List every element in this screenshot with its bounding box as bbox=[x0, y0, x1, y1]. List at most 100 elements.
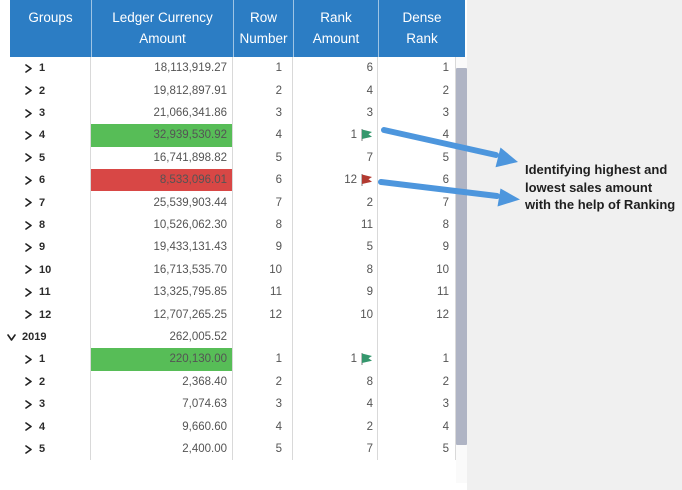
ledger-amount-cell: 16,713,535.70 bbox=[91, 259, 233, 281]
expand-chevron-icon[interactable] bbox=[24, 86, 33, 95]
group-label: 1 bbox=[39, 62, 45, 74]
group-cell: 8 bbox=[0, 214, 91, 236]
group-label: 5 bbox=[39, 443, 45, 455]
rank-amount-cell: 12 bbox=[293, 169, 378, 191]
row-number-value: 12 bbox=[269, 309, 282, 321]
expand-chevron-icon[interactable] bbox=[24, 176, 33, 185]
rank-amount-value: 8 bbox=[367, 264, 373, 276]
dense-rank-cell: 12 bbox=[378, 303, 456, 325]
expand-chevron-icon[interactable] bbox=[24, 221, 33, 230]
column-header-dense_rank[interactable]: Dense Rank bbox=[378, 0, 465, 57]
ledger-amount-value: 10,526,062.30 bbox=[153, 219, 227, 231]
dense-rank-value: 10 bbox=[436, 264, 449, 276]
table-row[interactable]: 6 8,533,096.01 6 12 6 bbox=[0, 169, 456, 191]
expand-chevron-icon[interactable] bbox=[24, 198, 33, 207]
column-header-rank_amount[interactable]: Rank Amount bbox=[293, 0, 378, 57]
ledger-amount-value: 7,074.63 bbox=[182, 398, 227, 410]
dense-rank-value: 12 bbox=[436, 309, 449, 321]
table-row[interactable]: 5 16,741,898.82 5 7 5 bbox=[0, 147, 456, 169]
group-cell: 5 bbox=[0, 438, 91, 460]
group-cell: 6 bbox=[0, 169, 91, 191]
ledger-amount-value: 9,660.60 bbox=[182, 421, 227, 433]
vertical-scrollbar[interactable] bbox=[456, 57, 467, 483]
header-corner-spacer bbox=[0, 0, 10, 57]
table-row[interactable]: 7 25,539,903.44 7 2 7 bbox=[0, 191, 456, 213]
column-header-groups[interactable]: Groups bbox=[10, 0, 91, 57]
rank-amount-cell: 1 bbox=[293, 348, 378, 370]
ledger-amount-value: 220,130.00 bbox=[169, 353, 227, 365]
row-number-value: 2 bbox=[276, 376, 282, 388]
table-row[interactable]: 9 19,433,131.43 9 5 9 bbox=[0, 236, 456, 258]
expand-chevron-icon[interactable] bbox=[24, 131, 33, 140]
ledger-amount-value: 12,707,265.25 bbox=[153, 309, 227, 321]
ledger-amount-cell: 220,130.00 bbox=[91, 348, 233, 370]
pivot-table: Groups Ledger Currency Amount Row Number… bbox=[0, 0, 467, 490]
annotation-line-3: with the help of Ranking bbox=[525, 196, 681, 214]
expand-chevron-icon[interactable] bbox=[24, 64, 33, 73]
dense-rank-value: 3 bbox=[443, 398, 449, 410]
expand-chevron-icon[interactable] bbox=[24, 288, 33, 297]
rank-amount-cell: 8 bbox=[293, 371, 378, 393]
row-number-cell: 3 bbox=[233, 102, 293, 124]
row-number-cell bbox=[233, 326, 293, 348]
ledger-amount-cell: 7,074.63 bbox=[91, 393, 233, 415]
expand-chevron-icon[interactable] bbox=[24, 310, 33, 319]
ledger-amount-cell: 262,005.52 bbox=[91, 326, 233, 348]
group-label: 2 bbox=[39, 376, 45, 388]
table-row[interactable]: 11 13,325,795.85 11 9 11 bbox=[0, 281, 456, 303]
rank-amount-cell: 6 bbox=[293, 57, 378, 79]
expand-chevron-icon[interactable] bbox=[24, 400, 33, 409]
expand-chevron-icon[interactable] bbox=[24, 109, 33, 118]
column-header-row_number[interactable]: Row Number bbox=[233, 0, 293, 57]
dense-rank-cell: 7 bbox=[378, 191, 456, 213]
dense-rank-cell bbox=[378, 326, 456, 348]
table-row[interactable]: 10 16,713,535.70 10 8 10 bbox=[0, 259, 456, 281]
rank-amount-cell: 3 bbox=[293, 102, 378, 124]
ledger-amount-cell: 10,526,062.30 bbox=[91, 214, 233, 236]
expand-chevron-icon[interactable] bbox=[7, 333, 16, 342]
rank-amount-cell: 1 bbox=[293, 124, 378, 146]
expand-chevron-icon[interactable] bbox=[24, 153, 33, 162]
column-header-line1: Dense bbox=[379, 7, 465, 28]
table-row[interactable]: 3 7,074.63 3 4 3 bbox=[0, 393, 456, 415]
expand-chevron-icon[interactable] bbox=[24, 422, 33, 431]
table-row[interactable]: 12 12,707,265.25 12 10 12 bbox=[0, 303, 456, 325]
rank-amount-value: 9 bbox=[367, 286, 373, 298]
rank-amount-cell: 2 bbox=[293, 191, 378, 213]
rank-amount-cell: 9 bbox=[293, 281, 378, 303]
expand-chevron-icon[interactable] bbox=[24, 355, 33, 364]
column-header-amount[interactable]: Ledger Currency Amount bbox=[91, 0, 233, 57]
table-row[interactable]: 5 2,400.00 5 7 5 bbox=[0, 438, 456, 460]
expand-chevron-icon[interactable] bbox=[24, 265, 33, 274]
group-cell: 3 bbox=[0, 102, 91, 124]
expand-chevron-icon[interactable] bbox=[24, 377, 33, 386]
ledger-amount-cell: 32,939,530.92 bbox=[91, 124, 233, 146]
rank-amount-cell: 7 bbox=[293, 147, 378, 169]
ledger-amount-value: 21,066,341.86 bbox=[153, 107, 227, 119]
table-row[interactable]: 3 21,066,341.86 3 3 3 bbox=[0, 102, 456, 124]
ledger-amount-cell: 25,539,903.44 bbox=[91, 191, 233, 213]
dense-rank-value: 9 bbox=[443, 241, 449, 253]
row-number-cell: 10 bbox=[233, 259, 293, 281]
column-header-line1: Ledger Currency bbox=[92, 7, 233, 28]
ledger-amount-value: 262,005.52 bbox=[169, 331, 227, 343]
table-row[interactable]: 8 10,526,062.30 8 11 8 bbox=[0, 214, 456, 236]
table-row[interactable]: 2 19,812,897.91 2 4 2 bbox=[0, 79, 456, 101]
row-number-value: 5 bbox=[276, 443, 282, 455]
table-row[interactable]: 2 2,368.40 2 8 2 bbox=[0, 371, 456, 393]
rank-amount-cell: 11 bbox=[293, 214, 378, 236]
scrollbar-thumb[interactable] bbox=[456, 68, 467, 445]
row-number-value: 7 bbox=[276, 197, 282, 209]
table-row[interactable]: 4 9,660.60 4 2 4 bbox=[0, 416, 456, 438]
column-header-line1: Rank bbox=[294, 7, 378, 28]
expand-chevron-icon[interactable] bbox=[24, 243, 33, 252]
group-cell: 4 bbox=[0, 416, 91, 438]
row-number-value: 2 bbox=[276, 85, 282, 97]
expand-chevron-icon[interactable] bbox=[24, 445, 33, 454]
table-row[interactable]: 2019 262,005.52 bbox=[0, 326, 456, 348]
table-row[interactable]: 1 220,130.00 1 1 1 bbox=[0, 348, 456, 370]
dense-rank-cell: 5 bbox=[378, 438, 456, 460]
table-row[interactable]: 4 32,939,530.92 4 1 4 bbox=[0, 124, 456, 146]
group-cell: 7 bbox=[0, 191, 91, 213]
table-row[interactable]: 1 18,113,919.27 1 6 1 bbox=[0, 57, 456, 79]
